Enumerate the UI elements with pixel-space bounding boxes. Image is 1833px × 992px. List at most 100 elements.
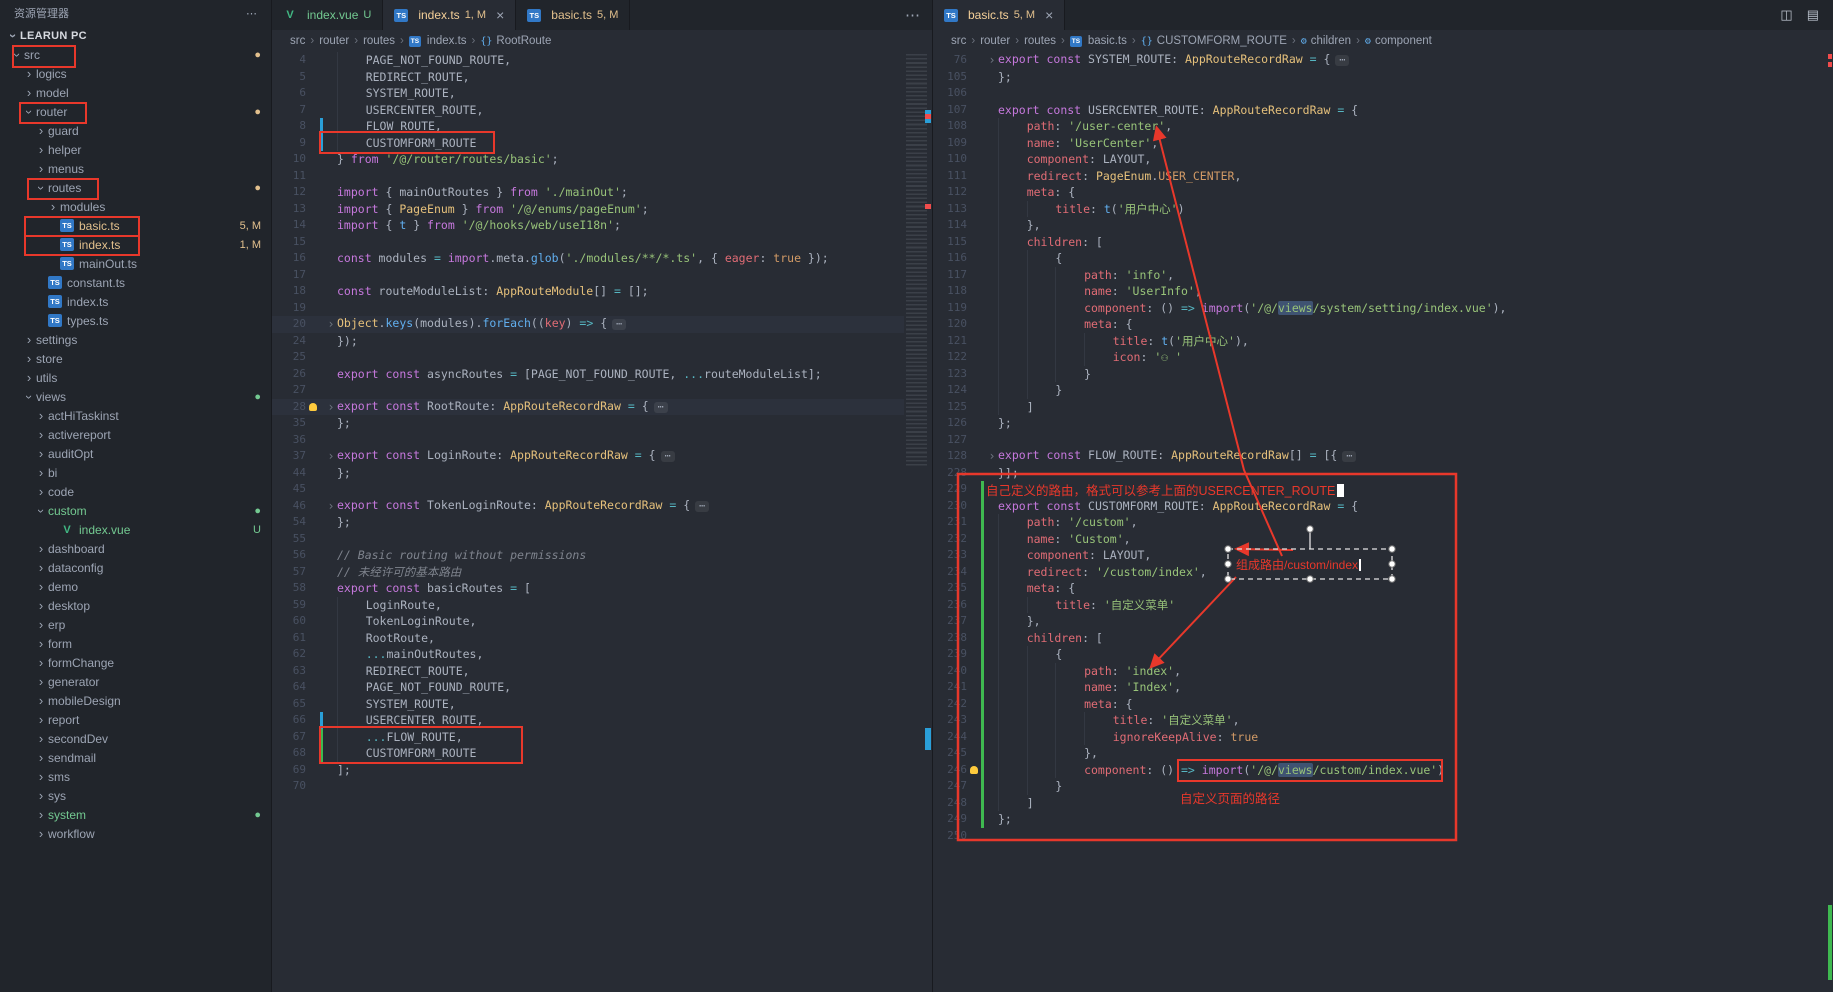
tree-item-helper[interactable]: ›helper [0,140,271,159]
code-line[interactable]: 16const modules = import.meta.glob('./mo… [272,250,904,267]
code-line[interactable]: 65SYSTEM_ROUTE, [272,696,904,713]
code-line[interactable]: 239{ [933,646,1833,663]
code-line[interactable]: 25 [272,349,904,366]
tree-item-menus[interactable]: ›menus [0,159,271,178]
chevron-right-icon[interactable]: › [34,789,48,803]
more-actions-icon[interactable]: ⋯ [246,7,257,20]
tree-item-mainOut.ts[interactable]: TSmainOut.ts [0,254,271,273]
code-line[interactable]: 123} [933,366,1833,383]
code-line[interactable]: 230export const CUSTOMFORM_ROUTE: AppRou… [933,498,1833,515]
code-line[interactable]: 7USERCENTER_ROUTE, [272,102,904,119]
folded-ellipsis-icon[interactable]: ⋯ [654,402,668,413]
code-line[interactable]: 37›export const LoginRoute: AppRouteReco… [272,448,904,465]
tree-item-demo[interactable]: ›demo [0,577,271,596]
breadcrumb-item[interactable]: TSbasic.ts [1070,35,1127,47]
chevron-down-icon[interactable]: › [34,181,48,195]
chevron-right-icon[interactable]: › [34,732,48,746]
tree-item-activereport[interactable]: ›activereport [0,425,271,444]
tree-item-bi[interactable]: ›bi [0,463,271,482]
code-line[interactable]: 69]; [272,762,904,779]
code-line[interactable]: 229 [933,481,1833,498]
code-line[interactable]: 26export const asyncRoutes = [PAGE_NOT_F… [272,366,904,383]
lightbulb-icon[interactable] [967,766,981,774]
code-line[interactable]: 6SYSTEM_ROUTE, [272,85,904,102]
split-editor-icon[interactable]: ◫ [1780,7,1792,23]
tree-item-views[interactable]: ›views● [0,387,271,406]
chevron-right-icon[interactable]: › [22,86,36,100]
chevron-right-icon[interactable]: › [46,200,60,214]
code-line[interactable]: 67...FLOW_ROUTE, [272,729,904,746]
code-editor[interactable]: 4PAGE_NOT_FOUND_ROUTE,5REDIRECT_ROUTE,6S… [272,52,904,992]
code-line[interactable]: 68CUSTOMFORM_ROUTE [272,745,904,762]
code-line[interactable]: 46›export const TokenLoginRoute: AppRout… [272,498,904,515]
tree-item-dataconfig[interactable]: ›dataconfig [0,558,271,577]
code-line[interactable]: 231path: '/custom', [933,514,1833,531]
code-line[interactable]: 35}; [272,415,904,432]
breadcrumb-item[interactable]: routes [363,35,395,47]
tree-item-workflow[interactable]: ›workflow [0,824,271,843]
code-line[interactable]: 128›export const FLOW_ROUTE: AppRouteRec… [933,448,1833,465]
code-line[interactable]: 124} [933,382,1833,399]
code-line[interactable]: 70 [272,778,904,795]
breadcrumb-item[interactable]: router [980,35,1010,47]
tree-item-secondDev[interactable]: ›secondDev [0,729,271,748]
tree-item-logics[interactable]: ›logics [0,64,271,83]
tree-item-auditOpt[interactable]: ›auditOpt [0,444,271,463]
fold-chevron-icon[interactable]: › [325,498,337,515]
folded-ellipsis-icon[interactable]: ⋯ [661,451,675,462]
chevron-right-icon[interactable]: › [34,713,48,727]
code-line[interactable]: 235meta: { [933,580,1833,597]
project-root-row[interactable]: › LEARUN PC [0,26,271,45]
chevron-right-icon[interactable]: › [22,352,36,366]
more-tabs-icon[interactable]: ⋯ [893,0,932,30]
tree-item-index.vue[interactable]: Vindex.vueU [0,520,271,539]
code-line[interactable]: 118name: 'UserInfo', [933,283,1833,300]
code-line[interactable]: 15 [272,234,904,251]
tree-item-sys[interactable]: ›sys [0,786,271,805]
code-line[interactable]: 116{ [933,250,1833,267]
tree-item-index.ts[interactable]: TSindex.ts1, M [0,235,271,254]
tree-item-erp[interactable]: ›erp [0,615,271,634]
code-line[interactable]: 76›export const SYSTEM_ROUTE: AppRouteRe… [933,52,1833,69]
code-line[interactable]: 238children: [ [933,630,1833,647]
tree-item-formChange[interactable]: ›formChange [0,653,271,672]
code-line[interactable]: 5REDIRECT_ROUTE, [272,69,904,86]
code-line[interactable]: 117path: 'info', [933,267,1833,284]
code-line[interactable]: 243title: '自定义菜单', [933,712,1833,729]
tree-item-guard[interactable]: ›guard [0,121,271,140]
tree-item-code[interactable]: ›code [0,482,271,501]
chevron-right-icon[interactable]: › [34,409,48,423]
tree-item-generator[interactable]: ›generator [0,672,271,691]
code-line[interactable]: 8FLOW_ROUTE, [272,118,904,135]
code-line[interactable]: 13import { PageEnum } from '/@/enums/pag… [272,201,904,218]
breadcrumb-item[interactable]: src [290,35,305,47]
code-line[interactable]: 236title: '自定义菜单' [933,597,1833,614]
code-line[interactable]: 119component: () => import('/@/views/sys… [933,300,1833,317]
code-line[interactable]: 113title: t('用户中心') [933,201,1833,218]
close-icon[interactable]: × [496,8,504,22]
chevron-down-icon[interactable]: › [34,504,48,518]
breadcrumb-item[interactable]: TSindex.ts [409,35,467,47]
code-line[interactable]: 9CUSTOMFORM_ROUTE [272,135,904,152]
code-line[interactable]: 10} from '/@/router/routes/basic'; [272,151,904,168]
code-line[interactable]: 120meta: { [933,316,1833,333]
code-line[interactable]: 45 [272,481,904,498]
tree-item-custom[interactable]: ›custom● [0,501,271,520]
editor-layout-icon[interactable]: ▤ [1807,7,1819,23]
code-line[interactable]: 242meta: { [933,696,1833,713]
chevron-right-icon[interactable]: › [22,371,36,385]
code-line[interactable]: 121title: t('用户中心'), [933,333,1833,350]
code-line[interactable]: 228}]; [933,465,1833,482]
tree-item-system[interactable]: ›system● [0,805,271,824]
close-icon[interactable]: × [1045,8,1053,22]
tree-item-dashboard[interactable]: ›dashboard [0,539,271,558]
tab-index.vue[interactable]: Vindex.vueU [272,0,383,30]
code-editor[interactable]: 76›export const SYSTEM_ROUTE: AppRouteRe… [933,52,1833,992]
code-line[interactable]: 107export const USERCENTER_ROUTE: AppRou… [933,102,1833,119]
chevron-right-icon[interactable]: › [22,67,36,81]
chevron-right-icon[interactable]: › [34,637,48,651]
code-line[interactable]: 24}); [272,333,904,350]
chevron-down-icon[interactable]: › [22,105,36,119]
chevron-right-icon[interactable]: › [34,751,48,765]
code-line[interactable]: 58export const basicRoutes = [ [272,580,904,597]
